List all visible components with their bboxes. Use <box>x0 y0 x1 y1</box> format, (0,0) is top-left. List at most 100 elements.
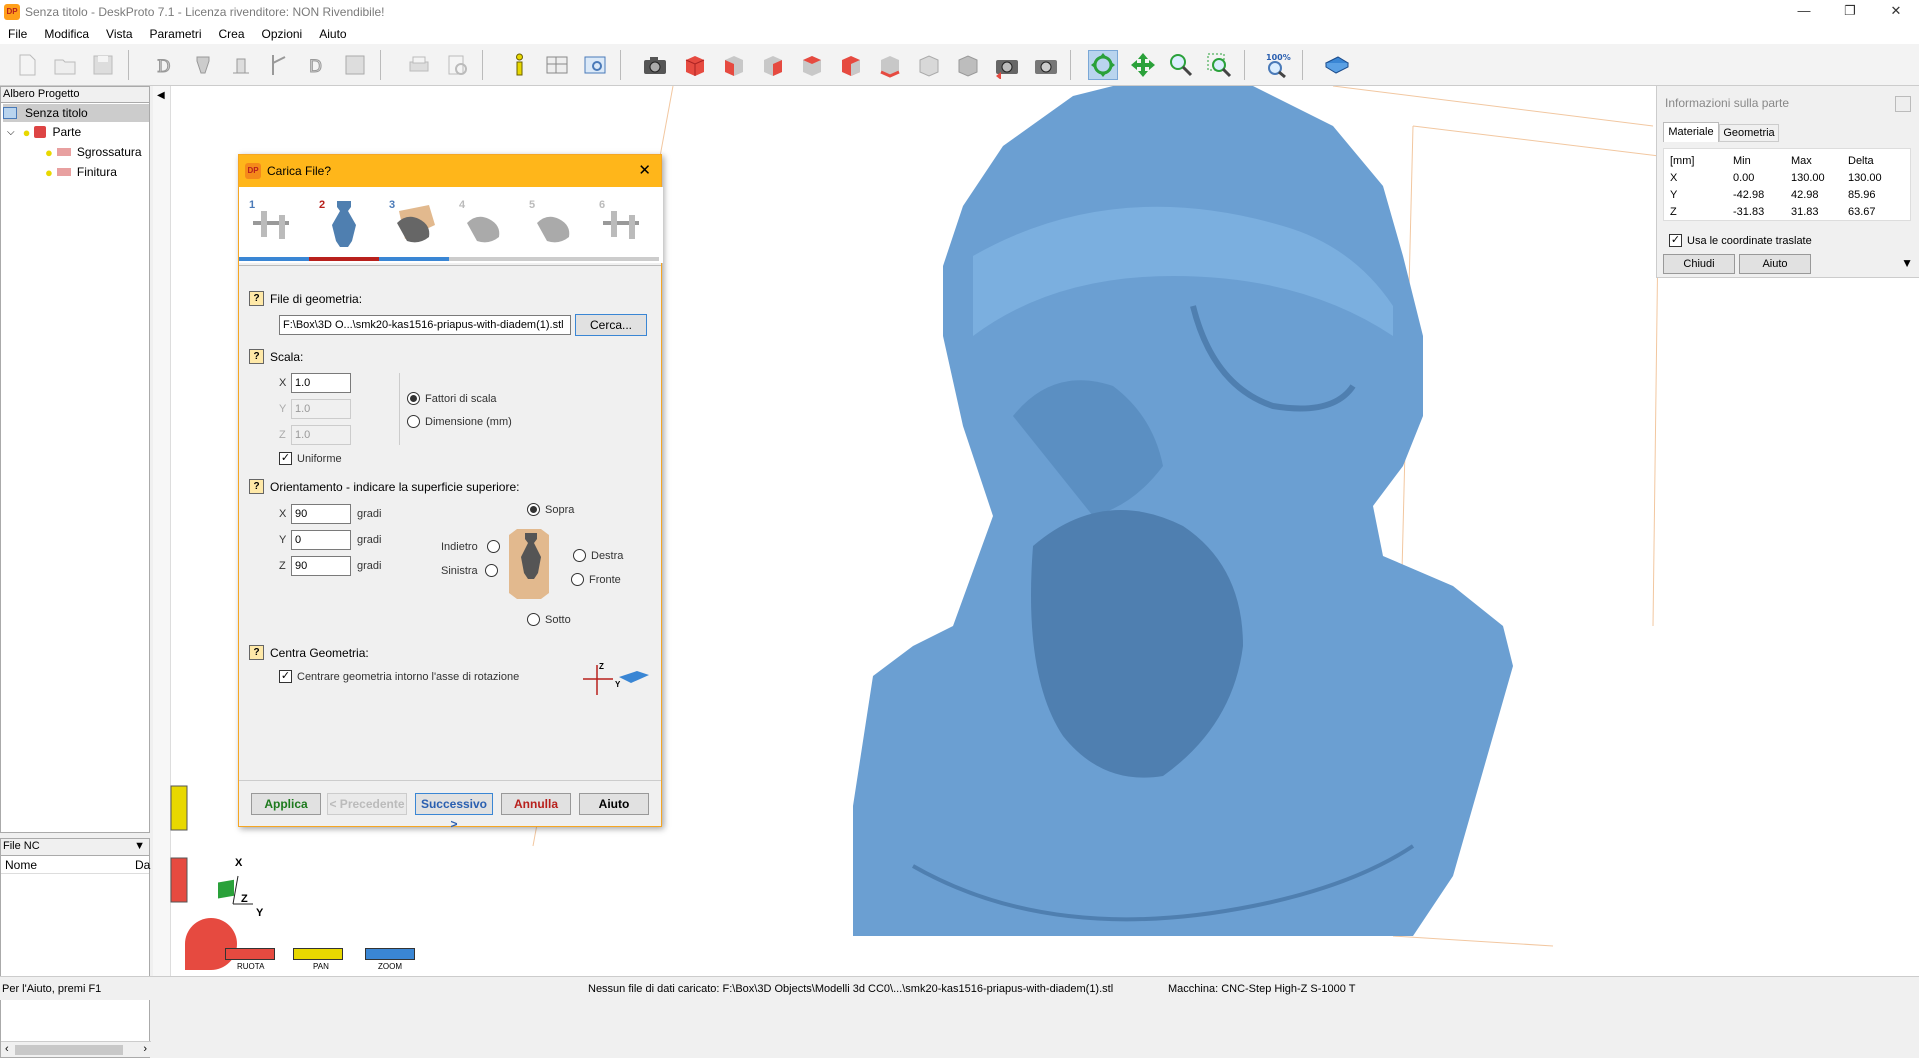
view-right-icon[interactable] <box>758 50 788 80</box>
pan-control-icon[interactable] <box>293 948 343 960</box>
tree-item-project[interactable]: Senza titolo <box>3 104 149 122</box>
rotate-slider[interactable] <box>170 857 188 903</box>
zoom-100-icon[interactable]: 100% <box>1262 50 1292 80</box>
scroll-right-icon[interactable]: › <box>143 1043 147 1055</box>
layout-icon[interactable] <box>542 50 572 80</box>
tool-icon[interactable] <box>264 50 294 80</box>
rotate-control-icon[interactable] <box>225 948 275 960</box>
orient-bottom-radio[interactable] <box>527 613 540 626</box>
orient-right-radio[interactable] <box>573 549 586 562</box>
zoom-view-icon[interactable] <box>1166 50 1196 80</box>
info-close-button[interactable]: Chiudi <box>1663 254 1735 274</box>
view-window-icon[interactable] <box>580 50 610 80</box>
column-date[interactable]: Da <box>135 858 150 872</box>
orient-top-radio[interactable] <box>527 503 540 516</box>
column-name[interactable]: Nome <box>5 858 37 872</box>
nc-file-dropdown[interactable]: File NC ▼ <box>1 839 149 856</box>
menu-file[interactable]: File <box>0 27 36 41</box>
operation-icon[interactable] <box>226 50 256 80</box>
tree-item-finishing[interactable]: ● Finitura <box>45 163 117 181</box>
save-nc-icon[interactable] <box>340 50 370 80</box>
orient-front-radio[interactable] <box>571 573 584 586</box>
step-2[interactable]: 2 <box>309 195 379 261</box>
scale-factors-radio[interactable] <box>407 392 420 405</box>
tree-item-part[interactable]: ⌵ ● Parte <box>7 123 81 141</box>
apply-button[interactable]: Applica <box>251 793 321 815</box>
view-top-icon[interactable] <box>875 50 905 80</box>
camera-icon[interactable] <box>640 50 670 80</box>
help-question-icon[interactable]: ? <box>249 645 264 660</box>
wizard-steps: 1 2 3 4 5 6 <box>239 187 663 263</box>
print-preview-icon[interactable] <box>442 50 472 80</box>
help-question-icon[interactable]: ? <box>249 349 264 364</box>
info-help-button[interactable]: Aiuto <box>1739 254 1811 274</box>
save-icon[interactable] <box>88 50 118 80</box>
open-file-icon[interactable] <box>50 50 80 80</box>
orient-left-radio[interactable] <box>485 564 498 577</box>
tree-item-roughing[interactable]: ● Sgrossatura <box>45 143 142 161</box>
scroll-left-icon[interactable]: ‹ <box>5 1043 9 1055</box>
print-icon[interactable] <box>404 50 434 80</box>
view-bottom-icon[interactable] <box>914 50 944 80</box>
tab-geometria[interactable]: Geometria <box>1719 124 1779 142</box>
view-front-icon[interactable] <box>719 50 749 80</box>
camera-next-icon[interactable] <box>1031 50 1061 80</box>
part-icon[interactable] <box>188 50 218 80</box>
help-question-icon[interactable]: ? <box>249 291 264 306</box>
next-button[interactable]: Successivo > <box>415 793 493 831</box>
rotate-view-icon[interactable] <box>1088 50 1118 80</box>
orient-back-radio[interactable] <box>487 540 500 553</box>
step-4[interactable]: 4 <box>449 195 519 261</box>
info-icon[interactable] <box>504 50 534 80</box>
tab-materiale[interactable]: Materiale <box>1663 122 1719 142</box>
project-icon[interactable]: D <box>150 50 180 80</box>
camera-prev-icon[interactable] <box>992 50 1022 80</box>
help-question-icon[interactable]: ? <box>249 479 264 494</box>
pan-view-icon[interactable] <box>1128 50 1158 80</box>
orient-y-input[interactable]: 0 <box>291 530 351 550</box>
center-geometry-checkbox[interactable]: ✓ <box>279 670 292 683</box>
step-1[interactable]: 1 <box>239 195 309 261</box>
step-3[interactable]: 3 <box>379 195 449 261</box>
menu-vista[interactable]: Vista <box>98 27 141 41</box>
step-6[interactable]: 6 <box>589 195 659 261</box>
orient-z-input[interactable]: 90 <box>291 556 351 576</box>
chevron-down-icon[interactable]: ▼ <box>134 839 145 854</box>
browse-button[interactable]: Cerca... <box>575 314 647 336</box>
pan-slider[interactable] <box>170 785 188 831</box>
view-iso-icon[interactable] <box>680 50 710 80</box>
menu-parametri[interactable]: Parametri <box>142 27 211 41</box>
geometry-file-input[interactable]: F:\Box\3D O...\smk20-kas1516-priapus-wit… <box>279 315 571 335</box>
expand-down-icon[interactable]: ▼ <box>1901 256 1913 270</box>
operation-icon <box>56 168 71 176</box>
dimension-radio[interactable] <box>407 415 420 428</box>
zoom-window-icon[interactable] <box>1204 50 1234 80</box>
collapse-icon[interactable]: ⌵ <box>7 127 15 138</box>
menu-aiuto[interactable]: Aiuto <box>311 27 355 41</box>
view-back-icon[interactable] <box>797 50 827 80</box>
minimize-button[interactable]: — <box>1781 0 1827 24</box>
orient-x-input[interactable]: 90 <box>291 504 351 524</box>
menu-crea[interactable]: Crea <box>211 27 254 41</box>
help-book-icon[interactable] <box>1322 50 1352 80</box>
design-icon[interactable]: D <box>302 50 332 80</box>
menu-modifica[interactable]: Modifica <box>36 27 98 41</box>
load-file-dialog: DP Carica File? ✕ 1 2 3 4 5 6 ? File di … <box>238 154 663 831</box>
scale-x-input[interactable]: 1.0 <box>291 373 351 393</box>
restore-button[interactable]: ❐ <box>1827 0 1873 24</box>
new-file-icon[interactable] <box>12 50 42 80</box>
close-button[interactable]: ✕ <box>1873 0 1919 24</box>
info-panel-pin-icon[interactable] <box>1895 96 1911 112</box>
operation-icon <box>56 148 71 156</box>
cancel-button[interactable]: Annulla <box>501 793 571 815</box>
use-translated-checkbox[interactable]: ✓ <box>1669 234 1682 247</box>
uniform-checkbox[interactable]: ✓ <box>279 452 292 465</box>
menu-opzioni[interactable]: Opzioni <box>254 27 312 41</box>
view-left-icon[interactable] <box>836 50 866 80</box>
step-5[interactable]: 5 <box>519 195 589 261</box>
dialog-close-icon[interactable]: ✕ <box>638 161 651 179</box>
zoom-control-icon[interactable] <box>365 948 415 960</box>
horizontal-scrollbar[interactable]: ‹ › <box>1 1041 151 1057</box>
view-grey-icon[interactable] <box>953 50 983 80</box>
help-button[interactable]: Aiuto <box>579 793 649 815</box>
